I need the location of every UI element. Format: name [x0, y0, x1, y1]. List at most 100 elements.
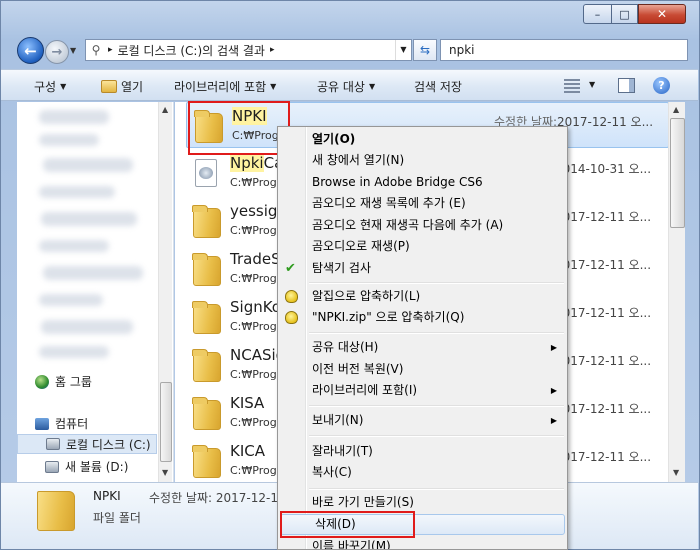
alzip-icon	[285, 311, 298, 324]
menu-item-send-to[interactable]: 보내기(N) ▶	[278, 410, 567, 431]
file-name: KICA	[230, 442, 265, 460]
minimize-button[interactable]: –	[583, 4, 611, 24]
blurred-item	[43, 266, 143, 280]
menu-separator	[309, 282, 564, 284]
address-bar[interactable]: ⚲ ▸ 로컬 디스크 (C:)의 검색 결과 ▸ ▼	[85, 39, 412, 61]
menu-item-label: 보내기(N)	[312, 413, 364, 427]
address-history-dropdown[interactable]: ▼	[395, 40, 411, 60]
menu-item-label: "NPKI.zip" 으로 압축하기(Q)	[312, 310, 465, 324]
organize-label: 구성	[34, 80, 57, 94]
nav-item-local-disk-c[interactable]: 로컬 디스크 (C:)	[17, 434, 157, 454]
organize-button[interactable]: 구성 ▼	[34, 78, 66, 95]
close-icon: ✕	[656, 7, 668, 21]
chevron-down-icon[interactable]: ▼	[589, 80, 595, 89]
scroll-down-icon[interactable]: ▼	[162, 468, 168, 477]
folder-icon	[192, 445, 221, 478]
share-with-button[interactable]: 공유 대상 ▼	[317, 78, 375, 95]
chevron-down-icon: ▼	[60, 82, 67, 91]
navpane-scrollbar[interactable]: ▲ ▼	[158, 102, 172, 482]
breadcrumb-arrow-icon[interactable]: ▸	[106, 45, 115, 55]
menu-item-zip[interactable]: "NPKI.zip" 으로 압축하기(Q)	[278, 307, 567, 328]
file-name: TradeS	[230, 250, 281, 268]
file-list-scrollbar[interactable]: ▲ ▼	[668, 102, 685, 482]
search-input[interactable]: npki	[440, 39, 688, 61]
blurred-item	[39, 294, 103, 306]
blurred-item	[43, 158, 133, 172]
file-path: C:₩Prog	[230, 272, 277, 285]
preview-pane-icon[interactable]	[618, 78, 635, 93]
menu-item-browse-bridge[interactable]: Browse in Adobe Bridge CS6	[278, 172, 567, 193]
folder-icon	[192, 205, 221, 238]
menu-separator	[309, 488, 564, 490]
blurred-item	[41, 212, 137, 226]
folder-icon	[192, 253, 221, 286]
nav-item-label: 로컬 디스크 (C:)	[66, 437, 151, 452]
menu-item-restore-previous[interactable]: 이전 버전 복원(V)	[278, 359, 567, 380]
menu-item-share-with[interactable]: 공유 대상(H) ▶	[278, 337, 567, 358]
menu-item-alzip[interactable]: 알집으로 압축하기(L)	[278, 286, 567, 307]
save-search-button[interactable]: 검색 저장	[414, 78, 462, 95]
search-query: npki	[449, 43, 475, 57]
menu-item-open[interactable]: 열기(O)	[278, 129, 567, 150]
file-date: 2017-12-11 오...	[555, 354, 652, 368]
file-date: 2017-12-11 오...	[555, 306, 652, 320]
chevron-down-icon: ▼	[270, 82, 277, 91]
close-button[interactable]: ✕	[638, 4, 686, 24]
blurred-item	[39, 186, 115, 198]
menu-item-label: 공유 대상(H)	[312, 340, 379, 354]
nav-item-label: 컴퓨터	[55, 417, 89, 431]
scrollbar-thumb[interactable]	[160, 382, 172, 462]
menu-item-av-scan[interactable]: ✔ 탐색기 검사	[278, 258, 567, 279]
open-button[interactable]: 열기	[101, 78, 143, 95]
nav-item-homegroup[interactable]: 홈 그룹	[35, 373, 92, 390]
save-search-label: 검색 저장	[414, 80, 462, 94]
include-library-label: 라이브러리에 포함	[174, 80, 267, 94]
antivirus-check-icon: ✔	[285, 261, 296, 276]
folder-icon	[192, 349, 221, 382]
file-path: C:₩Prog	[230, 416, 277, 429]
back-button[interactable]: ←	[17, 37, 44, 64]
file-name: SignKo	[230, 298, 281, 316]
file-date: 2017-12-11 오...	[555, 258, 652, 272]
open-folder-icon	[101, 80, 117, 93]
menu-item-copy[interactable]: 복사(C)	[278, 462, 567, 483]
highlight-box-delete	[280, 511, 415, 538]
blurred-item	[39, 240, 109, 252]
details-type: 파일 폴더	[93, 511, 141, 525]
breadcrumb-arrow-icon[interactable]: ▸	[268, 45, 277, 55]
chevron-down-icon: ▼	[368, 82, 376, 91]
menu-item-gom-add-playlist[interactable]: 곰오디오 재생 목록에 추가 (E)	[278, 193, 567, 214]
refresh-icon: ⇆	[419, 43, 431, 57]
maximize-button[interactable]: □	[611, 4, 638, 24]
menu-item-gom-add-next[interactable]: 곰오디오 현재 재생곡 다음에 추가 (A)	[278, 215, 567, 236]
menu-item-rename[interactable]: 이름 바꾸기(M)	[278, 536, 567, 549]
menu-item-open-new-window[interactable]: 새 창에서 열기(N)	[278, 150, 567, 171]
scroll-up-icon[interactable]: ▲	[673, 105, 679, 114]
details-date: 수정한 날짜: 2017-12-1	[149, 491, 278, 505]
recent-pages-dropdown[interactable]: ▼	[70, 46, 76, 55]
nav-item-computer[interactable]: 컴퓨터	[35, 415, 88, 432]
menu-item-cut[interactable]: 잘라내기(T)	[278, 441, 567, 462]
refresh-button[interactable]: ⇆	[413, 39, 437, 61]
scroll-down-icon[interactable]: ▼	[673, 468, 679, 477]
navigation-pane: 홈 그룹 컴퓨터 로컬 디스크 (C:) 새 볼륨 (D:)	[17, 102, 174, 482]
scroll-up-icon[interactable]: ▲	[162, 105, 168, 114]
breadcrumb-search-results[interactable]: 로컬 디스크 (C:)의 검색 결과	[115, 42, 268, 59]
help-icon[interactable]: ?	[653, 77, 670, 94]
menu-item-include-library[interactable]: 라이브러리에 포함(I) ▶	[278, 380, 567, 401]
view-options-icon[interactable]	[564, 79, 580, 93]
forward-button[interactable]: →	[45, 40, 69, 64]
nav-item-new-volume-d[interactable]: 새 볼륨 (D:)	[45, 458, 128, 475]
blurred-item	[39, 346, 109, 358]
details-name: NPKI	[93, 489, 121, 503]
scrollbar-thumb[interactable]	[670, 118, 685, 228]
menu-item-gom-play[interactable]: 곰오디오로 재생(P)	[278, 236, 567, 257]
file-path: C:₩Prog	[230, 176, 277, 189]
menu-item-create-shortcut[interactable]: 바로 가기 만들기(S)	[278, 492, 567, 513]
context-menu: 열기(O) 새 창에서 열기(N) Browse in Adobe Bridge…	[277, 126, 568, 550]
minimize-icon: –	[594, 7, 601, 21]
back-arrow-icon: ←	[24, 41, 37, 60]
file-date: 2017-12-11 오...	[555, 450, 652, 464]
include-library-button[interactable]: 라이브러리에 포함 ▼	[174, 78, 276, 95]
menu-separator	[309, 332, 564, 334]
